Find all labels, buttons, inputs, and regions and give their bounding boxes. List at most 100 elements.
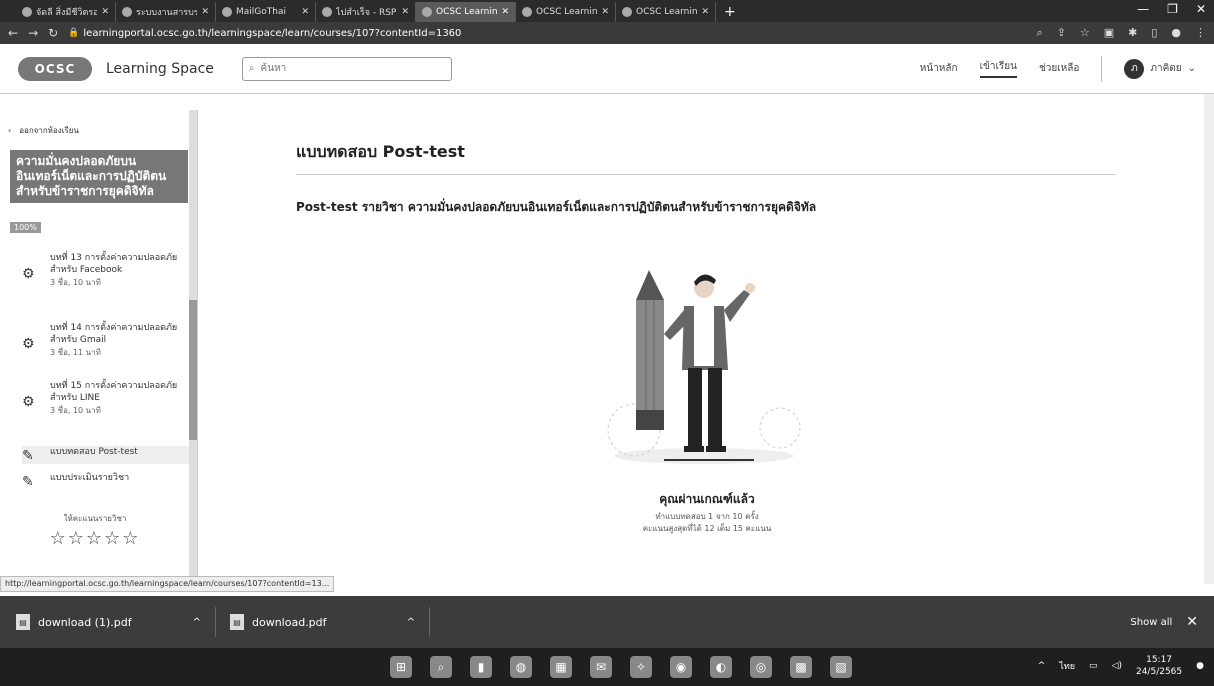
browser-tab[interactable]: OCSC Learning S✕ bbox=[616, 2, 716, 22]
download-filename: download.pdf bbox=[252, 615, 327, 629]
extension-icon[interactable]: ▣ bbox=[1104, 26, 1114, 40]
tab-favicon-icon bbox=[522, 7, 532, 17]
close-icon[interactable]: ✕ bbox=[501, 7, 509, 17]
maximize-icon[interactable]: ❐ bbox=[1167, 2, 1178, 16]
lesson-item[interactable]: ⚙ บทที่ 13 การตั้งค่าความปลอดภัยสำหรับ F… bbox=[22, 252, 192, 289]
chevron-up-icon[interactable]: ^ bbox=[407, 617, 415, 628]
search-input[interactable]: ⌕ ค้นหา bbox=[241, 56, 452, 81]
reload-icon[interactable]: ↻ bbox=[48, 26, 58, 40]
menu-dots-icon[interactable]: ⋮ bbox=[1195, 26, 1206, 40]
ocsc-logo[interactable]: OCSC bbox=[18, 56, 92, 81]
window-controls: — ❐ ✕ bbox=[1137, 2, 1206, 16]
network-icon[interactable]: ▭ bbox=[1089, 661, 1098, 671]
close-download-bar-icon[interactable]: ✕ bbox=[1186, 614, 1198, 630]
evaluation-icon: ✎ bbox=[22, 474, 34, 490]
tab-favicon-icon bbox=[422, 7, 432, 17]
lesson-title: แบบทดสอบ Post-test bbox=[50, 447, 138, 457]
status-link-preview: http://learningportal.ocsc.go.th/learnin… bbox=[0, 576, 335, 592]
clock[interactable]: 15:17 24/5/2565 bbox=[1136, 654, 1182, 678]
search-icon[interactable]: ⌕ bbox=[430, 656, 452, 678]
app-icon[interactable]: ◐ bbox=[710, 656, 732, 678]
system-tray: ^ ไทย ▭ ◁) 15:17 24/5/2565 ● bbox=[1038, 654, 1204, 678]
pdf-file-icon: ▤ bbox=[16, 614, 30, 630]
nav-home[interactable]: หน้าหลัก bbox=[920, 61, 958, 76]
nav-learn[interactable]: เข้าเรียน bbox=[979, 59, 1017, 78]
excel-icon[interactable]: ▩ bbox=[790, 656, 812, 678]
course-progress: 100% bbox=[10, 222, 41, 233]
mail-icon[interactable]: ✉ bbox=[590, 656, 612, 678]
dropbox-icon[interactable]: ✧ bbox=[630, 656, 652, 678]
close-icon[interactable]: ✕ bbox=[401, 7, 409, 17]
rating-label: ให้คะแนนรายวิชา bbox=[63, 514, 127, 523]
line-icon[interactable]: ◎ bbox=[750, 656, 772, 678]
top-nav: หน้าหลัก เข้าเรียน ช่วยเหลือ ภ ภาคิตย ⌄ bbox=[920, 55, 1196, 82]
share-icon[interactable]: ⇪ bbox=[1057, 26, 1066, 40]
download-bar: ▤ download (1).pdf ^ ▤ download.pdf ^ Sh… bbox=[0, 596, 1214, 648]
profile-icon[interactable]: ● bbox=[1171, 26, 1181, 40]
tab-label: ระบบงานสารบรรณ bbox=[136, 8, 197, 18]
file-explorer-icon[interactable]: ▦ bbox=[550, 656, 572, 678]
course-sidebar: ‹ ออกจากห้องเรียน ความมั่นคงปลอดภัยบนอิน… bbox=[0, 110, 198, 578]
lesson-status-icon: ⚙ bbox=[22, 336, 35, 352]
chrome-icon[interactable]: ◉ bbox=[670, 656, 692, 678]
back-arrow-icon[interactable]: ← bbox=[8, 26, 18, 40]
lesson-meta: 3 ชื่อ, 11 นาที bbox=[50, 348, 101, 357]
tab-favicon-icon bbox=[322, 7, 332, 17]
sidebar-scrollbar-thumb[interactable] bbox=[189, 300, 197, 440]
browser-tab[interactable]: OCSC Learning ✕ bbox=[516, 2, 616, 22]
exit-classroom-link[interactable]: ‹ ออกจากห้องเรียน bbox=[8, 124, 79, 137]
notification-icon[interactable]: ● bbox=[1196, 661, 1204, 671]
site-header: OCSC Learning Space ⌕ ค้นหา หน้าหลัก เข้… bbox=[0, 44, 1214, 94]
search-icon: ⌕ bbox=[248, 63, 255, 74]
lesson-title: บทที่ 15 การตั้งค่าความปลอดภัยสำหรับ LIN… bbox=[50, 381, 178, 403]
lesson-item[interactable]: ⚙ บทที่ 14 การตั้งค่าความปลอดภัยสำหรับ G… bbox=[22, 322, 192, 359]
puzzle-icon[interactable]: ✱ bbox=[1128, 26, 1137, 40]
show-all-button[interactable]: Show all bbox=[1130, 617, 1172, 628]
lesson-title: แบบประเมินรายวิชา bbox=[50, 473, 130, 483]
minimize-icon[interactable]: — bbox=[1137, 2, 1149, 16]
close-icon[interactable]: ✕ bbox=[201, 7, 209, 17]
tab-favicon-icon bbox=[122, 7, 132, 17]
tab-label: ไปสำเร็จ - RSPD bbox=[336, 8, 398, 18]
rating-stars[interactable]: ☆☆☆☆☆ bbox=[0, 528, 190, 549]
download-item[interactable]: ▤ download.pdf ^ bbox=[230, 607, 430, 637]
lesson-item[interactable]: ✎ แบบประเมินรายวิชา bbox=[22, 472, 192, 490]
close-icon[interactable]: ✕ bbox=[101, 7, 109, 17]
user-menu[interactable]: ภ ภาคิตย ⌄ bbox=[1124, 58, 1196, 79]
browser-tab[interactable]: ไปสำเร็จ - RSPD ✕ bbox=[316, 2, 416, 22]
nav-help[interactable]: ช่วยเหลือ bbox=[1039, 61, 1079, 76]
task-view-icon[interactable]: ▮ bbox=[470, 656, 492, 678]
lesson-item-current[interactable]: ✎ แบบทดสอบ Post-test bbox=[22, 446, 192, 464]
download-item[interactable]: ▤ download (1).pdf ^ bbox=[16, 607, 216, 637]
url-field[interactable]: 🔒 learningportal.ocsc.go.th/learningspac… bbox=[68, 28, 461, 39]
address-bar: ← → ↻ 🔒 learningportal.ocsc.go.th/learni… bbox=[0, 22, 1214, 44]
bookmark-star-icon[interactable]: ☆ bbox=[1080, 26, 1090, 40]
close-window-icon[interactable]: ✕ bbox=[1196, 2, 1206, 16]
lesson-item[interactable]: ⚙ บทที่ 15 การตั้งค่าความปลอดภัยสำหรับ L… bbox=[22, 380, 192, 417]
close-icon[interactable]: ✕ bbox=[601, 7, 609, 17]
page-scrollbar[interactable] bbox=[1204, 94, 1214, 584]
start-icon[interactable]: ⊞ bbox=[390, 656, 412, 678]
browser-tab[interactable]: ระบบงานสารบรรณ ✕ bbox=[116, 2, 216, 22]
tab-label: OCSC Learning bbox=[536, 7, 598, 17]
sidepanel-icon[interactable]: ▯ bbox=[1151, 26, 1157, 40]
browser-tab[interactable]: MailGoThai ✕ bbox=[216, 2, 316, 22]
edge-icon[interactable]: ◍ bbox=[510, 656, 532, 678]
zoom-icon[interactable]: ⌕ bbox=[1036, 26, 1042, 40]
forward-arrow-icon[interactable]: → bbox=[28, 26, 38, 40]
tab-favicon-icon bbox=[622, 7, 632, 17]
chevron-up-icon[interactable]: ^ bbox=[193, 617, 201, 628]
lock-icon: 🔒 bbox=[68, 28, 80, 38]
input-language[interactable]: ไทย bbox=[1059, 659, 1075, 673]
close-icon[interactable]: ✕ bbox=[301, 7, 309, 17]
browser-tab-active[interactable]: OCSC Learning Sp✕ bbox=[416, 2, 516, 22]
tray-chevron-up-icon[interactable]: ^ bbox=[1038, 661, 1046, 671]
sidebar-scrollbar[interactable] bbox=[189, 110, 197, 578]
word-icon[interactable]: ▧ bbox=[830, 656, 852, 678]
close-icon[interactable]: ✕ bbox=[701, 7, 709, 17]
new-tab-button[interactable]: + bbox=[716, 2, 744, 22]
tab-label: MailGoThai bbox=[236, 7, 286, 17]
volume-icon[interactable]: ◁) bbox=[1112, 661, 1122, 671]
lesson-title: บทที่ 14 การตั้งค่าความปลอดภัยสำหรับ Gma… bbox=[50, 323, 178, 345]
browser-tab[interactable]: จัดลี สิ่งมีชีวิตรอบตัว✕ bbox=[16, 2, 116, 22]
